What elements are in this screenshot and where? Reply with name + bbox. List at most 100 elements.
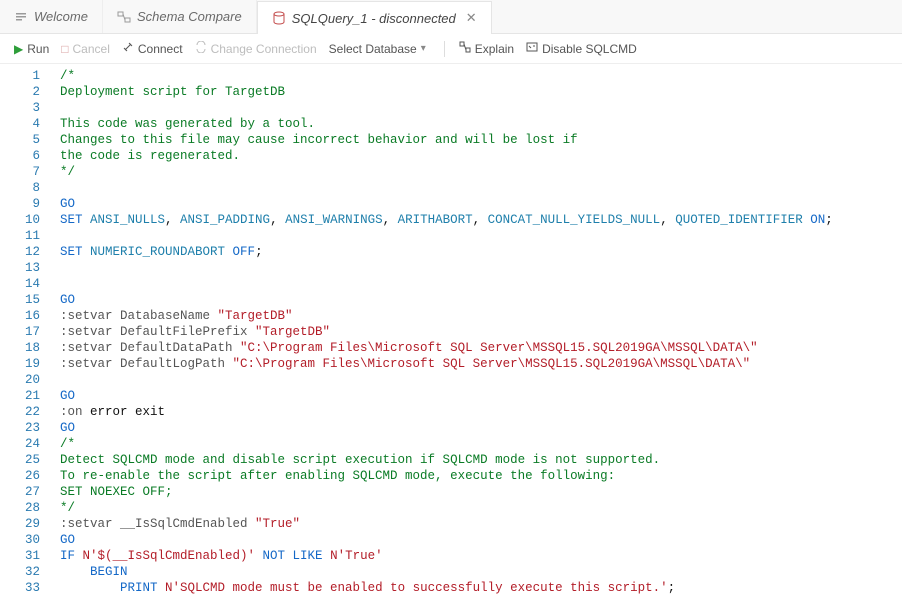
code-line[interactable]: GO	[60, 532, 833, 548]
code-line[interactable]: /*	[60, 436, 833, 452]
line-gutter: 1234567891011121314151617181920212223242…	[0, 64, 50, 598]
tab-label: Schema Compare	[137, 9, 242, 24]
code-line[interactable]: Detect SQLCMD mode and disable script ex…	[60, 452, 833, 468]
run-button[interactable]: ▶ Run	[14, 42, 49, 56]
line-number: 10	[0, 212, 40, 228]
line-number: 24	[0, 436, 40, 452]
tab-schema-compare[interactable]: Schema Compare	[103, 0, 257, 33]
editor-tabs: Welcome Schema Compare SQLQuery_1 - disc…	[0, 0, 902, 34]
line-number: 17	[0, 324, 40, 340]
code-line[interactable]	[60, 100, 833, 116]
code-line[interactable]: GO	[60, 388, 833, 404]
tab-sqlquery[interactable]: SQLQuery_1 - disconnected ✕	[257, 1, 492, 34]
disable-sqlcmd-label: Disable SQLCMD	[542, 42, 637, 56]
code-line[interactable]: */	[60, 500, 833, 516]
line-number: 19	[0, 356, 40, 372]
line-number: 2	[0, 84, 40, 100]
tab-welcome[interactable]: Welcome	[0, 0, 103, 33]
line-number: 11	[0, 228, 40, 244]
schema-compare-icon	[117, 10, 131, 24]
play-icon: ▶	[14, 42, 23, 56]
line-number: 23	[0, 420, 40, 436]
disable-sqlcmd-button[interactable]: Disable SQLCMD	[526, 41, 637, 56]
connect-button[interactable]: Connect	[122, 41, 183, 56]
code-line[interactable]: SET NOEXEC OFF;	[60, 484, 833, 500]
code-line[interactable]: This code was generated by a tool.	[60, 116, 833, 132]
change-connection-label: Change Connection	[211, 42, 317, 56]
line-number: 6	[0, 148, 40, 164]
line-number: 8	[0, 180, 40, 196]
change-connection-icon	[195, 41, 207, 56]
line-number: 27	[0, 484, 40, 500]
code-line[interactable]: the code is regenerated.	[60, 148, 833, 164]
code-content[interactable]: /*Deployment script for TargetDB This co…	[50, 64, 833, 598]
code-line[interactable]: */	[60, 164, 833, 180]
line-number: 32	[0, 564, 40, 580]
chevron-down-icon: ▾	[421, 43, 426, 54]
explain-label: Explain	[475, 42, 514, 56]
change-connection-button[interactable]: Change Connection	[195, 41, 317, 56]
line-number: 25	[0, 452, 40, 468]
code-line[interactable]: To re-enable the script after enabling S…	[60, 468, 833, 484]
code-line[interactable]: GO	[60, 420, 833, 436]
code-line[interactable]	[60, 260, 833, 276]
code-line[interactable]	[60, 276, 833, 292]
line-number: 28	[0, 500, 40, 516]
line-number: 21	[0, 388, 40, 404]
line-number: 9	[0, 196, 40, 212]
sqlcmd-icon	[526, 41, 538, 56]
line-number: 13	[0, 260, 40, 276]
line-number: 4	[0, 116, 40, 132]
line-number: 16	[0, 308, 40, 324]
code-line[interactable]: IF N'$(__IsSqlCmdEnabled)' NOT LIKE N'Tr…	[60, 548, 833, 564]
tab-label: Welcome	[34, 9, 88, 24]
line-number: 7	[0, 164, 40, 180]
code-line[interactable]	[60, 372, 833, 388]
connect-label: Connect	[138, 42, 183, 56]
code-line[interactable]: SET NUMERIC_ROUNDABORT OFF;	[60, 244, 833, 260]
code-line[interactable]: GO	[60, 292, 833, 308]
query-toolbar: ▶ Run □ Cancel Connect Change Connection…	[0, 34, 902, 64]
tab-label: SQLQuery_1 - disconnected	[292, 11, 456, 26]
stop-icon: □	[61, 42, 68, 56]
code-line[interactable]: PRINT N'SQLCMD mode must be enabled to s…	[60, 580, 833, 596]
code-line[interactable]: :on error exit	[60, 404, 833, 420]
code-line[interactable]: Changes to this file may cause incorrect…	[60, 132, 833, 148]
line-number: 22	[0, 404, 40, 420]
line-number: 31	[0, 548, 40, 564]
run-label: Run	[27, 42, 49, 56]
cancel-button[interactable]: □ Cancel	[61, 42, 110, 56]
code-line[interactable]: :setvar DefaultDataPath "C:\Program File…	[60, 340, 833, 356]
code-line[interactable]: GO	[60, 196, 833, 212]
code-line[interactable]: BEGIN	[60, 564, 833, 580]
code-editor[interactable]: 1234567891011121314151617181920212223242…	[0, 64, 902, 598]
line-number: 30	[0, 532, 40, 548]
line-number: 26	[0, 468, 40, 484]
plug-icon	[122, 41, 134, 56]
line-number: 5	[0, 132, 40, 148]
database-selector[interactable]: Select Database ▾	[329, 42, 430, 56]
line-number: 3	[0, 100, 40, 116]
code-line[interactable]: Deployment script for TargetDB	[60, 84, 833, 100]
cancel-label: Cancel	[73, 42, 110, 56]
code-line[interactable]: SET ANSI_NULLS, ANSI_PADDING, ANSI_WARNI…	[60, 212, 833, 228]
explain-button[interactable]: Explain	[459, 41, 514, 56]
toolbar-separator	[444, 41, 445, 57]
code-line[interactable]: /*	[60, 68, 833, 84]
code-line[interactable]	[60, 228, 833, 244]
code-line[interactable]	[60, 180, 833, 196]
line-number: 15	[0, 292, 40, 308]
line-number: 33	[0, 580, 40, 596]
code-line[interactable]: :setvar __IsSqlCmdEnabled "True"	[60, 516, 833, 532]
code-line[interactable]: :setvar DatabaseName "TargetDB"	[60, 308, 833, 324]
code-line[interactable]: :setvar DefaultFilePrefix "TargetDB"	[60, 324, 833, 340]
line-number: 14	[0, 276, 40, 292]
line-number: 1	[0, 68, 40, 84]
database-icon	[272, 11, 286, 25]
line-number: 12	[0, 244, 40, 260]
line-number: 29	[0, 516, 40, 532]
close-icon[interactable]: ✕	[466, 10, 477, 26]
line-number: 18	[0, 340, 40, 356]
database-selector-label: Select Database	[329, 42, 417, 56]
code-line[interactable]: :setvar DefaultLogPath "C:\Program Files…	[60, 356, 833, 372]
